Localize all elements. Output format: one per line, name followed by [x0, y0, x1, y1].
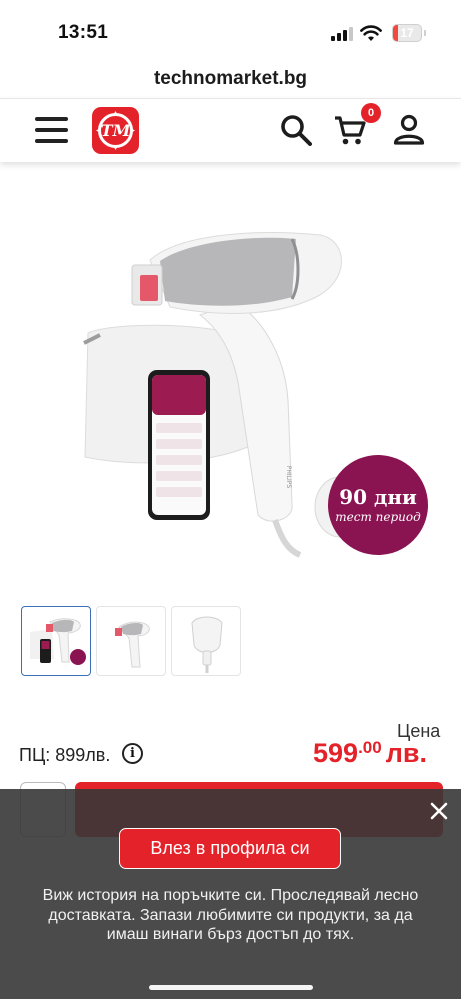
product-image[interactable]: 90 дни тест период PHILIPS — [60, 215, 430, 570]
home-indicator[interactable] — [149, 985, 313, 990]
logo-mark: TM — [96, 111, 135, 150]
current-price: 599.00 лв. — [313, 738, 427, 769]
battery-tip — [424, 30, 426, 36]
battery-icon: 17 — [392, 24, 422, 42]
url-text[interactable]: technomarket.bg — [154, 68, 307, 90]
thumbnail-1[interactable] — [21, 606, 91, 676]
device-brand-text: PHILIPS — [285, 466, 292, 489]
thumbnail-3[interactable] — [171, 606, 241, 676]
thumbnail-1-image — [30, 618, 86, 665]
search-icon[interactable] — [279, 113, 313, 147]
thumbnail-3-image — [191, 616, 223, 673]
signal-icon — [331, 27, 353, 41]
login-prompt-overlay: Влез в профила си Виж история на поръчки… — [0, 789, 461, 999]
badge-line-2: тест период — [335, 510, 421, 524]
price-decimal: .00 — [358, 738, 382, 757]
close-icon[interactable] — [428, 800, 450, 822]
thumbnail-2-image — [115, 621, 150, 668]
price-currency: лв. — [385, 738, 427, 768]
info-icon[interactable]: i — [122, 743, 143, 764]
address-bar[interactable]: technomarket.bg — [0, 62, 461, 98]
battery-level-text: 17 — [400, 26, 414, 40]
menu-icon[interactable] — [35, 117, 68, 143]
recommended-price: ПЦ: 899лв. — [19, 745, 111, 765]
status-bar: 13:51 17 — [0, 0, 461, 62]
site-header: TM — [0, 98, 461, 162]
logo-text: TM — [101, 121, 132, 140]
badge-line-1: 90 дни — [339, 485, 417, 509]
cart-count-badge[interactable]: 0 — [361, 103, 381, 123]
thumbnail-2[interactable] — [96, 606, 166, 676]
status-time: 13:51 — [58, 22, 109, 43]
user-icon[interactable] — [392, 113, 426, 147]
wifi-icon — [360, 25, 382, 41]
site-logo[interactable]: TM — [92, 107, 139, 154]
overlay-message: Виж история на поръчките си. Проследявай… — [42, 887, 419, 943]
price-main: 599 — [313, 738, 359, 768]
login-button[interactable]: Влез в профила си — [119, 828, 341, 869]
